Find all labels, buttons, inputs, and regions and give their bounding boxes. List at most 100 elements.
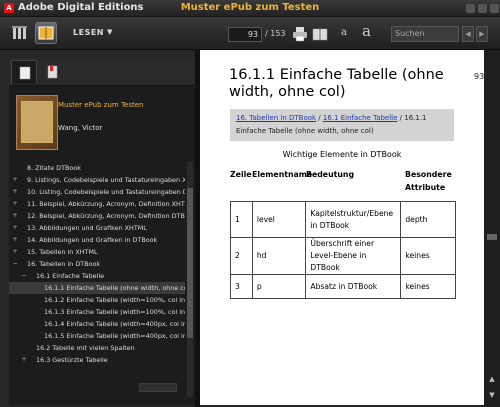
content-scrollbar[interactable]: ▲ ▼: [484, 50, 500, 407]
toc-item-label: 16.2 Tabelle mit vielen Spalten: [36, 344, 135, 352]
section-heading: 16.1.1 Einfache Tabelle (ohne width, ohn…: [229, 67, 444, 100]
table-cell: level: [251, 201, 307, 238]
table-header-elementname: Elementname: [252, 170, 313, 179]
toc-item[interactable]: −16.1 Einfache Tabelle: [9, 270, 185, 282]
increase-font-button[interactable]: a: [362, 22, 371, 40]
toc-item[interactable]: 16.1.3 Einfache Tabelle (width=100%, col…: [9, 306, 185, 318]
sidebar-tabs: [9, 57, 195, 86]
toolbar: LESEN ▼ 93 / 153 a a Suchen ◀ ▶: [0, 17, 500, 50]
table-cell: Absatz in DTBook: [305, 274, 402, 299]
sidebar: Muster ePub zum Testen Wang, Victor 8. Z…: [9, 57, 195, 405]
toc-item[interactable]: +16.3 Gestürzte Tabelle: [9, 354, 185, 366]
toc-item[interactable]: +14. Abbildungen und Grafiken in DTBook: [9, 234, 185, 246]
page-total: / 153: [265, 29, 286, 38]
sidebar-options-select[interactable]: [139, 383, 177, 392]
minimize-icon[interactable]: [466, 4, 475, 13]
toc-item-label: 16.1.5 Einfache Tabelle (width=400px, co…: [44, 332, 185, 340]
toc-item[interactable]: 16.1.1 Einfache Tabelle (ohne width, ohn…: [9, 282, 185, 294]
toc-item[interactable]: +9. Listings, Codebeispiele und Tastatur…: [9, 174, 185, 186]
prev-page-icon[interactable]: ◀: [462, 26, 474, 42]
toc-item-label: 11. Beispiel, Abkürzung, Acronym, Defini…: [27, 200, 185, 208]
page-number-input[interactable]: 93: [228, 27, 262, 42]
toc-item[interactable]: 16.1.5 Einfache Tabelle (width=400px, co…: [9, 330, 185, 342]
reading-view-icon: [38, 26, 54, 40]
title-bar: A Adobe Digital Editions Muster ePub zum…: [0, 0, 500, 17]
book-icon[interactable]: [312, 26, 328, 42]
tab-bookmarks[interactable]: [39, 60, 65, 84]
toc-item[interactable]: 16.1.2 Einfache Tabelle (width=100%, col…: [9, 294, 185, 306]
table-cell: 1: [230, 201, 253, 238]
toc-item-label: 15. Tabellen in XHTML: [27, 248, 98, 256]
table-row: 1 level Kapitelstruktur/Ebene in DTBook dep…: [230, 201, 456, 238]
toc-item-label: 14. Abbildungen und Grafiken in DTBook: [27, 236, 158, 244]
maximize-icon[interactable]: [478, 4, 487, 13]
table-header-bedeutung: Bedeutung: [306, 170, 355, 179]
adobe-logo-icon: A: [4, 3, 14, 13]
toc-item-label: 16. Tabellen in DTBook: [27, 260, 101, 268]
breadcrumb: 16. Tabellen in DTBook / 16.1 Einfache T…: [230, 109, 454, 141]
toc-item[interactable]: −16. Tabellen in DTBook: [9, 258, 185, 270]
toc-item[interactable]: +11. Beispiel, Abkürzung, Acronym, Defin…: [9, 198, 185, 210]
toc-expander-icon[interactable]: −: [11, 258, 19, 270]
toc-item[interactable]: +12. Beispiel, Abkürzung, Acronym, Defin…: [9, 210, 185, 222]
library-view-button[interactable]: [9, 22, 31, 44]
toc-item-label: 16.1.4 Einfache Tabelle (width=400px, co…: [44, 320, 185, 328]
library-icon: [12, 26, 27, 39]
table-cell: 2: [230, 237, 253, 275]
table-cell: Überschrift einer Level-Ebene in DTBook: [305, 237, 402, 275]
toc-item-label: 13. Abbildungen und Grafiken XHTML: [27, 224, 147, 232]
toc-item-label: 12. Beispiel, Abkürzung, Acronym, Defini…: [27, 212, 185, 220]
next-page-icon[interactable]: ▶: [476, 26, 488, 42]
toc-expander-icon[interactable]: +: [11, 246, 19, 258]
table-caption: Wichtige Elemente in DTBook: [282, 150, 402, 159]
print-icon[interactable]: [292, 26, 308, 42]
table-header-attribute: Besondere Attribute: [405, 170, 452, 192]
page-number: 93: [474, 72, 485, 81]
toc-item-label: 9. Listings, Codebeispiele und Tastature…: [27, 176, 185, 184]
breadcrumb-separator: /: [316, 114, 323, 122]
toc-item[interactable]: 16.2 Tabelle mit vielen Spalten: [9, 342, 185, 354]
scroll-down-icon[interactable]: ▼: [487, 390, 497, 400]
toc-item-label: 16.1.3 Einfache Tabelle (width=100%, col…: [44, 308, 185, 316]
toc-expander-icon[interactable]: +: [11, 174, 19, 186]
scroll-up-icon[interactable]: ▲: [487, 374, 497, 384]
toc-item[interactable]: +13. Abbildungen und Grafiken XHTML: [9, 222, 185, 234]
toc-expander-icon[interactable]: +: [11, 186, 19, 198]
view-mode-label[interactable]: LESEN: [73, 28, 104, 37]
toc-expander-icon[interactable]: −: [20, 270, 28, 282]
toc-expander-icon[interactable]: +: [20, 354, 28, 366]
table-cell: p: [251, 274, 307, 299]
toc-expander-icon[interactable]: +: [11, 222, 19, 234]
sidebar-scrollbar[interactable]: [187, 162, 193, 397]
table-row: 3 p Absatz in DTBook keines: [230, 274, 456, 299]
toc-item-label: 16.3 Gestürzte Tabelle: [36, 356, 108, 364]
table-cell: 3: [230, 274, 253, 299]
dropdown-arrow-icon[interactable]: ▼: [107, 28, 112, 36]
toc-item[interactable]: +10. Listing, Codebeispiele und Tastatur…: [9, 186, 185, 198]
book-title: Muster ePub zum Testen: [58, 101, 144, 109]
toc-expander-icon[interactable]: +: [11, 210, 19, 222]
breadcrumb-link-section[interactable]: 16.1 Einfache Tabelle: [323, 114, 398, 122]
sidebar-scroll-thumb[interactable]: [187, 188, 193, 338]
tab-table-of-contents[interactable]: [11, 60, 37, 84]
content-scroll-thumb[interactable]: [487, 234, 497, 240]
cover-art: [21, 101, 53, 143]
reading-view-button[interactable]: [35, 22, 57, 44]
toc-tab-icon: [19, 66, 31, 80]
table-of-contents: 8. Zitate DTBook +9. Listings, Codebeispi…: [9, 162, 185, 397]
search-input[interactable]: Suchen: [391, 26, 459, 42]
toc-expander-icon[interactable]: +: [11, 234, 19, 246]
toc-item[interactable]: +15. Tabellen in XHTML: [9, 246, 185, 258]
app-window: A Adobe Digital Editions Muster ePub zum…: [0, 0, 500, 407]
decrease-font-button[interactable]: a: [341, 27, 347, 38]
app-title: Adobe Digital Editions: [18, 2, 144, 13]
toc-item-label: 16.1.2 Einfache Tabelle (width=100%, col…: [44, 296, 185, 304]
close-icon[interactable]: [490, 4, 499, 13]
data-table: 1 level Kapitelstruktur/Ebene in DTBook dep…: [230, 201, 456, 299]
toc-item[interactable]: 16.1.4 Einfache Tabelle (width=400px, co…: [9, 318, 185, 330]
table-cell: keines: [400, 274, 456, 299]
toc-expander-icon[interactable]: +: [11, 198, 19, 210]
toc-item[interactable]: 8. Zitate DTBook: [9, 162, 185, 174]
toc-item-label: 10. Listing, Codebeispiele und Tastature…: [27, 188, 185, 196]
breadcrumb-link-chapter[interactable]: 16. Tabellen in DTBook: [236, 114, 316, 122]
